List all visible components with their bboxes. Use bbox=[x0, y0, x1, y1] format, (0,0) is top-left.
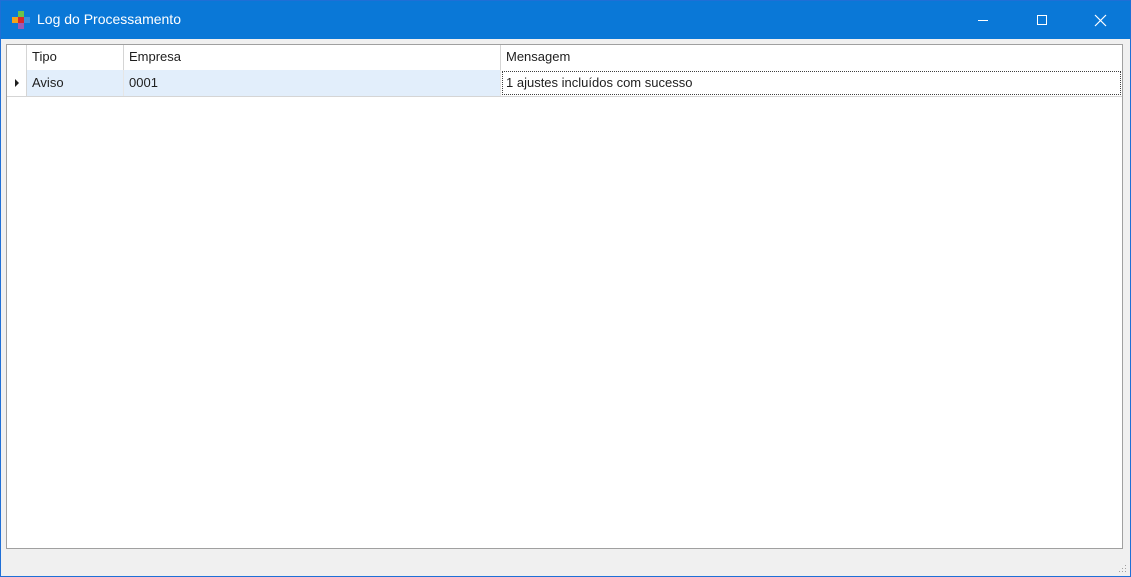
window-title: Log do Processamento bbox=[37, 11, 181, 27]
close-icon bbox=[1094, 14, 1106, 26]
app-icon bbox=[12, 11, 30, 29]
row-pointer-icon bbox=[15, 79, 19, 87]
maximize-button[interactable] bbox=[1013, 1, 1071, 39]
title-bar[interactable]: Log do Processamento bbox=[1, 1, 1130, 39]
grid-header: Tipo Empresa Mensagem bbox=[7, 45, 1122, 71]
minimize-icon bbox=[978, 20, 988, 21]
resize-grip-icon[interactable] bbox=[1117, 563, 1127, 573]
table-row[interactable]: Aviso 0001 1 ajustes incluídos com suces… bbox=[7, 70, 1122, 97]
cell-mensagem[interactable]: 1 ajustes incluídos com sucesso bbox=[501, 70, 1122, 96]
row-indicator[interactable] bbox=[7, 70, 27, 96]
cell-empresa[interactable]: 0001 bbox=[124, 70, 501, 96]
log-window: Log do Processamento Tipo Empresa Mensag… bbox=[0, 0, 1131, 577]
status-bar bbox=[1, 553, 1130, 576]
cell-tipo[interactable]: Aviso bbox=[27, 70, 124, 96]
close-button[interactable] bbox=[1071, 1, 1129, 39]
minimize-button[interactable] bbox=[954, 1, 1012, 39]
log-grid[interactable]: Tipo Empresa Mensagem Aviso 0001 1 ajust… bbox=[6, 44, 1123, 549]
header-corner bbox=[7, 45, 27, 70]
maximize-icon bbox=[1037, 15, 1047, 25]
column-header-tipo[interactable]: Tipo bbox=[27, 45, 124, 70]
column-header-mensagem[interactable]: Mensagem bbox=[501, 45, 1122, 70]
column-header-empresa[interactable]: Empresa bbox=[124, 45, 501, 70]
